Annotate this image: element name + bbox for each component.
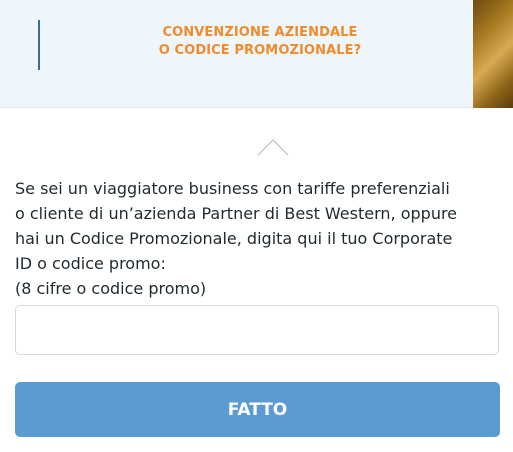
- chevron-up-icon[interactable]: [257, 138, 289, 156]
- done-button[interactable]: FATTO: [15, 382, 500, 437]
- promo-header-title-line1: CONVENZIONE AZIENDALE: [162, 25, 358, 40]
- description-line: o cliente di un’azienda Partner di Best …: [15, 204, 458, 223]
- description-line: ID o codice promo:: [15, 254, 166, 273]
- promo-header-title[interactable]: CONVENZIONE AZIENDALE O CODICE PROMOZION…: [110, 24, 410, 60]
- description-line: (8 cifre o codice promo): [15, 279, 207, 298]
- description-line: Se sei un viaggiatore business con tarif…: [15, 179, 450, 198]
- background-image-edge: [473, 0, 513, 108]
- promo-description: Se sei un viaggiatore business con tarif…: [15, 176, 505, 301]
- promo-header-title-line2: O CODICE PROMOZIONALE?: [158, 43, 362, 58]
- promo-code-input[interactable]: [15, 305, 499, 355]
- header-divider: [38, 20, 40, 70]
- promo-header[interactable]: CONVENZIONE AZIENDALE O CODICE PROMOZION…: [0, 0, 513, 108]
- description-line: hai un Codice Promozionale, digita qui i…: [15, 229, 453, 248]
